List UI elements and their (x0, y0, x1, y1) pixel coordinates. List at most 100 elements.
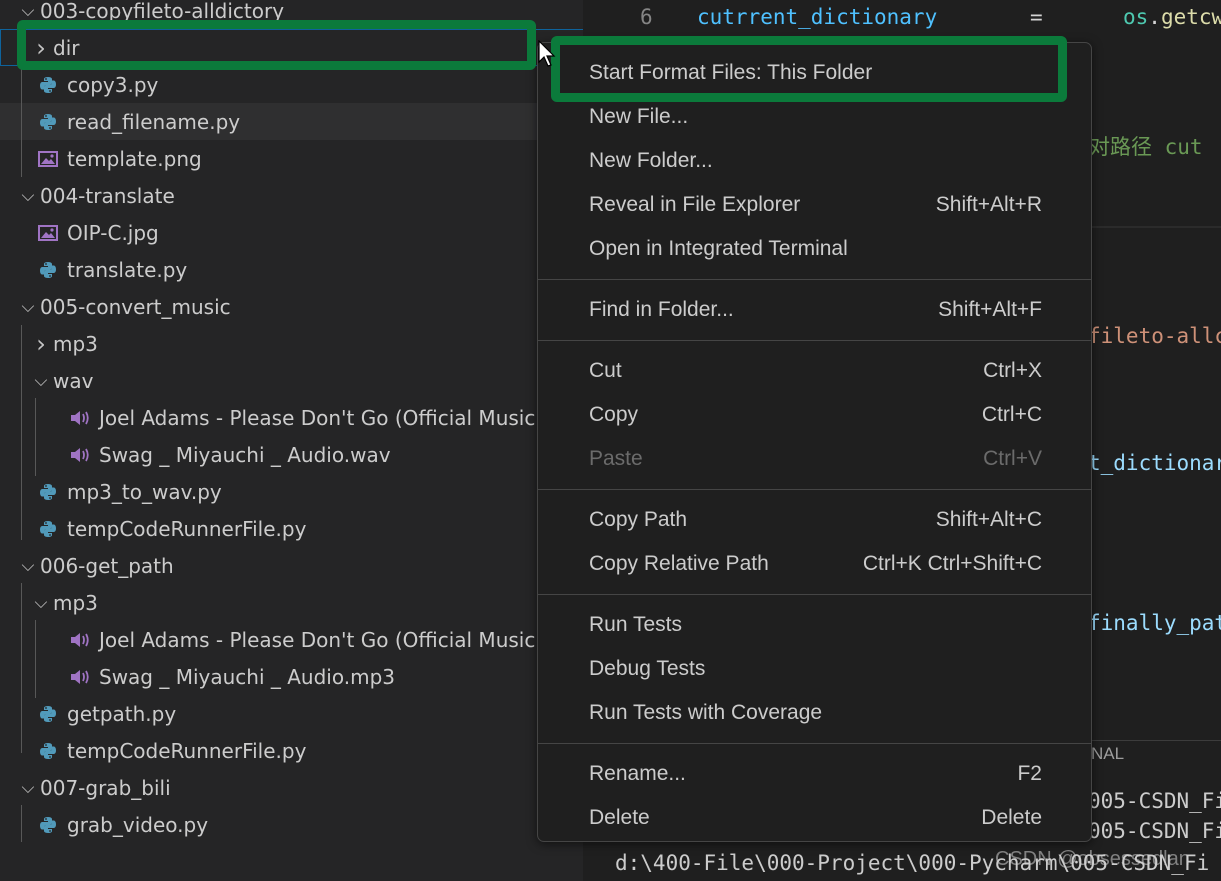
menu-item-shortcut: Ctrl+C (981, 403, 1042, 426)
indent-guide (21, 29, 22, 177)
tree-file[interactable]: read_filename.py (0, 103, 583, 140)
tree-file[interactable]: translate.py (0, 251, 583, 288)
tree-file[interactable]: copy3.py (0, 66, 583, 103)
python-file-icon (37, 481, 59, 503)
tree-file[interactable]: tempCodeRunnerFile.py (0, 732, 583, 769)
tree-folder[interactable]: ⌵ 006-get_path (0, 547, 583, 584)
menu-item[interactable]: Debug Tests (544, 649, 1085, 689)
tree-file[interactable]: Joel Adams - Please Don't Go (Official M… (0, 621, 583, 658)
tree-folder[interactable]: ⌵ 003-copyfileto-alldictory (0, 0, 583, 29)
tree-item-label: 004-translate (40, 183, 175, 208)
audio-file-icon (69, 629, 91, 651)
tree-item-label: mp3 (53, 590, 98, 615)
menu-item[interactable]: Find in Folder... Shift+Alt+F (544, 290, 1085, 330)
tree-item-label: 003-copyfileto-alldictory (40, 0, 285, 23)
menu-item-shortcut: F2 (1017, 762, 1042, 785)
tree-item-label: mp3 (53, 331, 98, 356)
indent-guide (21, 325, 22, 540)
tree-item-label: copy3.py (67, 72, 159, 97)
menu-item[interactable]: New File... (544, 97, 1085, 137)
code-module: os (1123, 5, 1149, 29)
tree-file[interactable]: getpath.py (0, 695, 583, 732)
menu-item-shortcut: Ctrl+X (983, 359, 1042, 382)
context-menu: Start Format Files: This Folder New File.… (537, 42, 1092, 842)
menu-item[interactable]: New Folder... (544, 141, 1085, 181)
tree-item-label: dir (53, 35, 80, 60)
code-call[interactable]: os.getcw (1123, 5, 1221, 29)
chevron-down-icon[interactable]: ⌵ (18, 1, 38, 21)
menu-separator (538, 594, 1091, 595)
tree-file[interactable]: Joel Adams - Please Don't Go (Official M… (0, 399, 583, 436)
menu-item[interactable]: Reveal in File Explorer Shift+Alt+R (544, 185, 1085, 225)
code-identifier-finally[interactable]: finally_pat (1088, 611, 1221, 635)
tree-item-label: Swag _ Miyauchi _ Audio.mp3 (99, 664, 395, 689)
menu-item[interactable]: Start Format Files: This Folder (544, 53, 1085, 93)
tree-item-label: tempCodeRunnerFile.py (67, 738, 307, 763)
indent-guide (21, 805, 22, 842)
menu-item[interactable]: Cut Ctrl+X (544, 351, 1085, 391)
terminal-line: 005-CSDN_Fi (1088, 789, 1221, 813)
tree-file[interactable]: OIP-C.jpg (0, 214, 583, 251)
image-file-icon (37, 222, 59, 244)
menu-item[interactable]: Delete Delete (544, 798, 1085, 838)
chevron-down-icon[interactable]: ⌵ (18, 186, 38, 206)
menu-item-label: New File... (589, 105, 689, 128)
tree-item-label: wav (53, 368, 94, 393)
tree-item-label: getpath.py (67, 701, 177, 726)
tree-folder[interactable]: ⌵ 007-grab_bili (0, 769, 583, 806)
tab-terminal[interactable]: NAL (1091, 744, 1124, 764)
tree-file[interactable]: tempCodeRunnerFile.py (0, 510, 583, 547)
tree-item-label: Joel Adams - Please Don't Go (Official M… (99, 627, 583, 652)
tree-item-label: OIP-C.jpg (67, 220, 159, 245)
menu-separator (538, 743, 1091, 744)
tree-item-label: grab_video.py (67, 812, 209, 837)
tree-item-label: Joel Adams - Please Don't Go (Official M… (99, 405, 583, 430)
audio-file-icon (69, 407, 91, 429)
code-dot: . (1148, 5, 1161, 29)
tree-item-label: translate.py (67, 257, 188, 282)
tree-folder[interactable]: ⌵ 005-convert_music (0, 288, 583, 325)
tree-file[interactable]: grab_video.py (0, 806, 583, 843)
chevron-right-icon[interactable]: › (31, 34, 51, 62)
tree-file[interactable]: Swag _ Miyauchi _ Audio.wav (0, 436, 583, 473)
mouse-cursor-icon (538, 40, 556, 67)
chevron-down-icon[interactable]: ⌵ (18, 297, 38, 317)
menu-item[interactable]: Run Tests (544, 605, 1085, 645)
tree-folder[interactable]: ⌵ 004-translate (0, 177, 583, 214)
menu-item-label: Debug Tests (589, 657, 706, 680)
menu-item[interactable]: Open in Integrated Terminal (544, 229, 1085, 269)
chevron-right-icon[interactable]: › (31, 330, 51, 358)
python-file-icon (37, 814, 59, 836)
chevron-down-icon[interactable]: ⌵ (31, 371, 51, 391)
menu-item-label: Copy Path (589, 508, 688, 531)
menu-item[interactable]: Rename... F2 (544, 754, 1085, 794)
code-operator[interactable]: = (1030, 5, 1043, 29)
menu-item: Paste Ctrl+V (544, 439, 1085, 479)
code-identifier[interactable]: t_dictionar (1088, 451, 1221, 475)
tree-folder[interactable]: › mp3 (0, 325, 583, 362)
chevron-down-icon[interactable]: ⌵ (18, 778, 38, 798)
menu-item[interactable]: Copy Path Shift+Alt+C (544, 500, 1085, 540)
menu-item[interactable]: Copy Ctrl+C (544, 395, 1085, 435)
menu-item-label: Cut (589, 359, 622, 382)
tree-item-label: 007-grab_bili (40, 775, 171, 800)
tree-file[interactable]: Swag _ Miyauchi _ Audio.mp3 (0, 658, 583, 695)
tree-file[interactable]: template.png (0, 140, 583, 177)
menu-item-label: Copy (589, 403, 639, 426)
tree-item-label: template.png (67, 146, 202, 171)
tree-file[interactable]: mp3_to_wav.py (0, 473, 583, 510)
terminal-line: 005-CSDN_Fi (1088, 819, 1221, 843)
menu-item[interactable]: Copy Relative Path Ctrl+K Ctrl+Shift+C (544, 544, 1085, 584)
chevron-down-icon[interactable]: ⌵ (18, 556, 38, 576)
menu-item[interactable]: Run Tests with Coverage (544, 693, 1085, 733)
tree-folder[interactable]: ⌵ mp3 (0, 584, 583, 621)
code-string[interactable]: fileto-allc (1088, 324, 1221, 348)
indent-guide (35, 398, 36, 476)
tree-folder[interactable]: › dir (0, 29, 583, 66)
code-variable[interactable]: cutrrent_dictionary (697, 5, 937, 29)
menu-item-label: Delete (589, 806, 650, 829)
menu-item-shortcut: Ctrl+V (983, 447, 1042, 470)
menu-separator (538, 279, 1091, 280)
chevron-down-icon[interactable]: ⌵ (31, 593, 51, 613)
tree-folder[interactable]: ⌵ wav (0, 362, 583, 399)
